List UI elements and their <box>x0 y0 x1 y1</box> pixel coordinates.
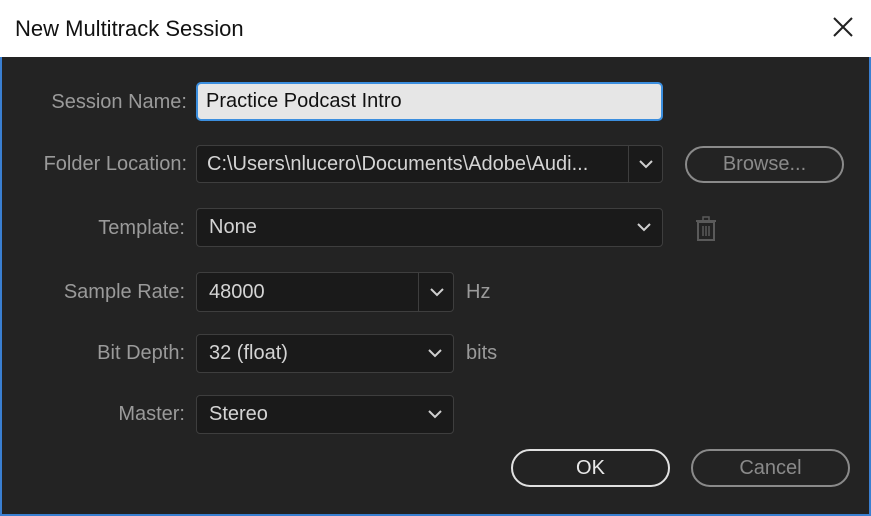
sample-rate-label: Sample Rate: <box>63 281 185 303</box>
sample-rate-combo[interactable]: 48000 <box>196 272 454 312</box>
sample-rate-unit: Hz <box>466 281 491 303</box>
folder-location-value: C:\Users\nlucero\Documents\Adobe\Audi... <box>207 152 589 175</box>
master-label: Master: <box>118 403 185 425</box>
folder-location-combo[interactable]: C:\Users\nlucero\Documents\Adobe\Audi... <box>196 145 663 183</box>
master-value: Stereo <box>209 403 268 425</box>
window-title: New Multitrack Session <box>15 16 244 41</box>
session-name-input[interactable] <box>196 82 663 121</box>
bit-depth-label: Bit Depth: <box>97 342 185 364</box>
bit-depth-unit: bits <box>466 342 498 364</box>
template-select[interactable]: None <box>196 208 663 247</box>
master-select[interactable]: Stereo <box>196 395 454 434</box>
bit-depth-select[interactable]: 32 (float) <box>196 334 454 373</box>
sample-rate-value: 48000 <box>209 280 265 303</box>
trash-icon[interactable] <box>694 216 718 242</box>
folder-location-dropdown[interactable] <box>629 146 663 182</box>
template-label: Template: <box>98 217 185 239</box>
template-value: None <box>209 216 257 238</box>
browse-button[interactable]: Browse... <box>685 146 844 183</box>
close-icon <box>833 17 853 37</box>
cancel-button[interactable]: Cancel <box>691 449 850 487</box>
chevron-down-icon <box>428 410 442 419</box>
chevron-down-icon <box>429 287 444 296</box>
title-bar: New Multitrack Session <box>0 0 871 57</box>
chevron-down-icon <box>637 223 651 232</box>
chevron-down-icon <box>428 349 442 358</box>
folder-location-label: Folder Location: <box>43 153 187 175</box>
bit-depth-value: 32 (float) <box>209 342 288 364</box>
ok-button[interactable]: OK <box>511 449 670 487</box>
close-button[interactable] <box>826 10 860 44</box>
sample-rate-dropdown[interactable] <box>419 273 454 311</box>
session-name-label: Session Name: <box>51 91 187 113</box>
chevron-down-icon <box>639 159 653 168</box>
